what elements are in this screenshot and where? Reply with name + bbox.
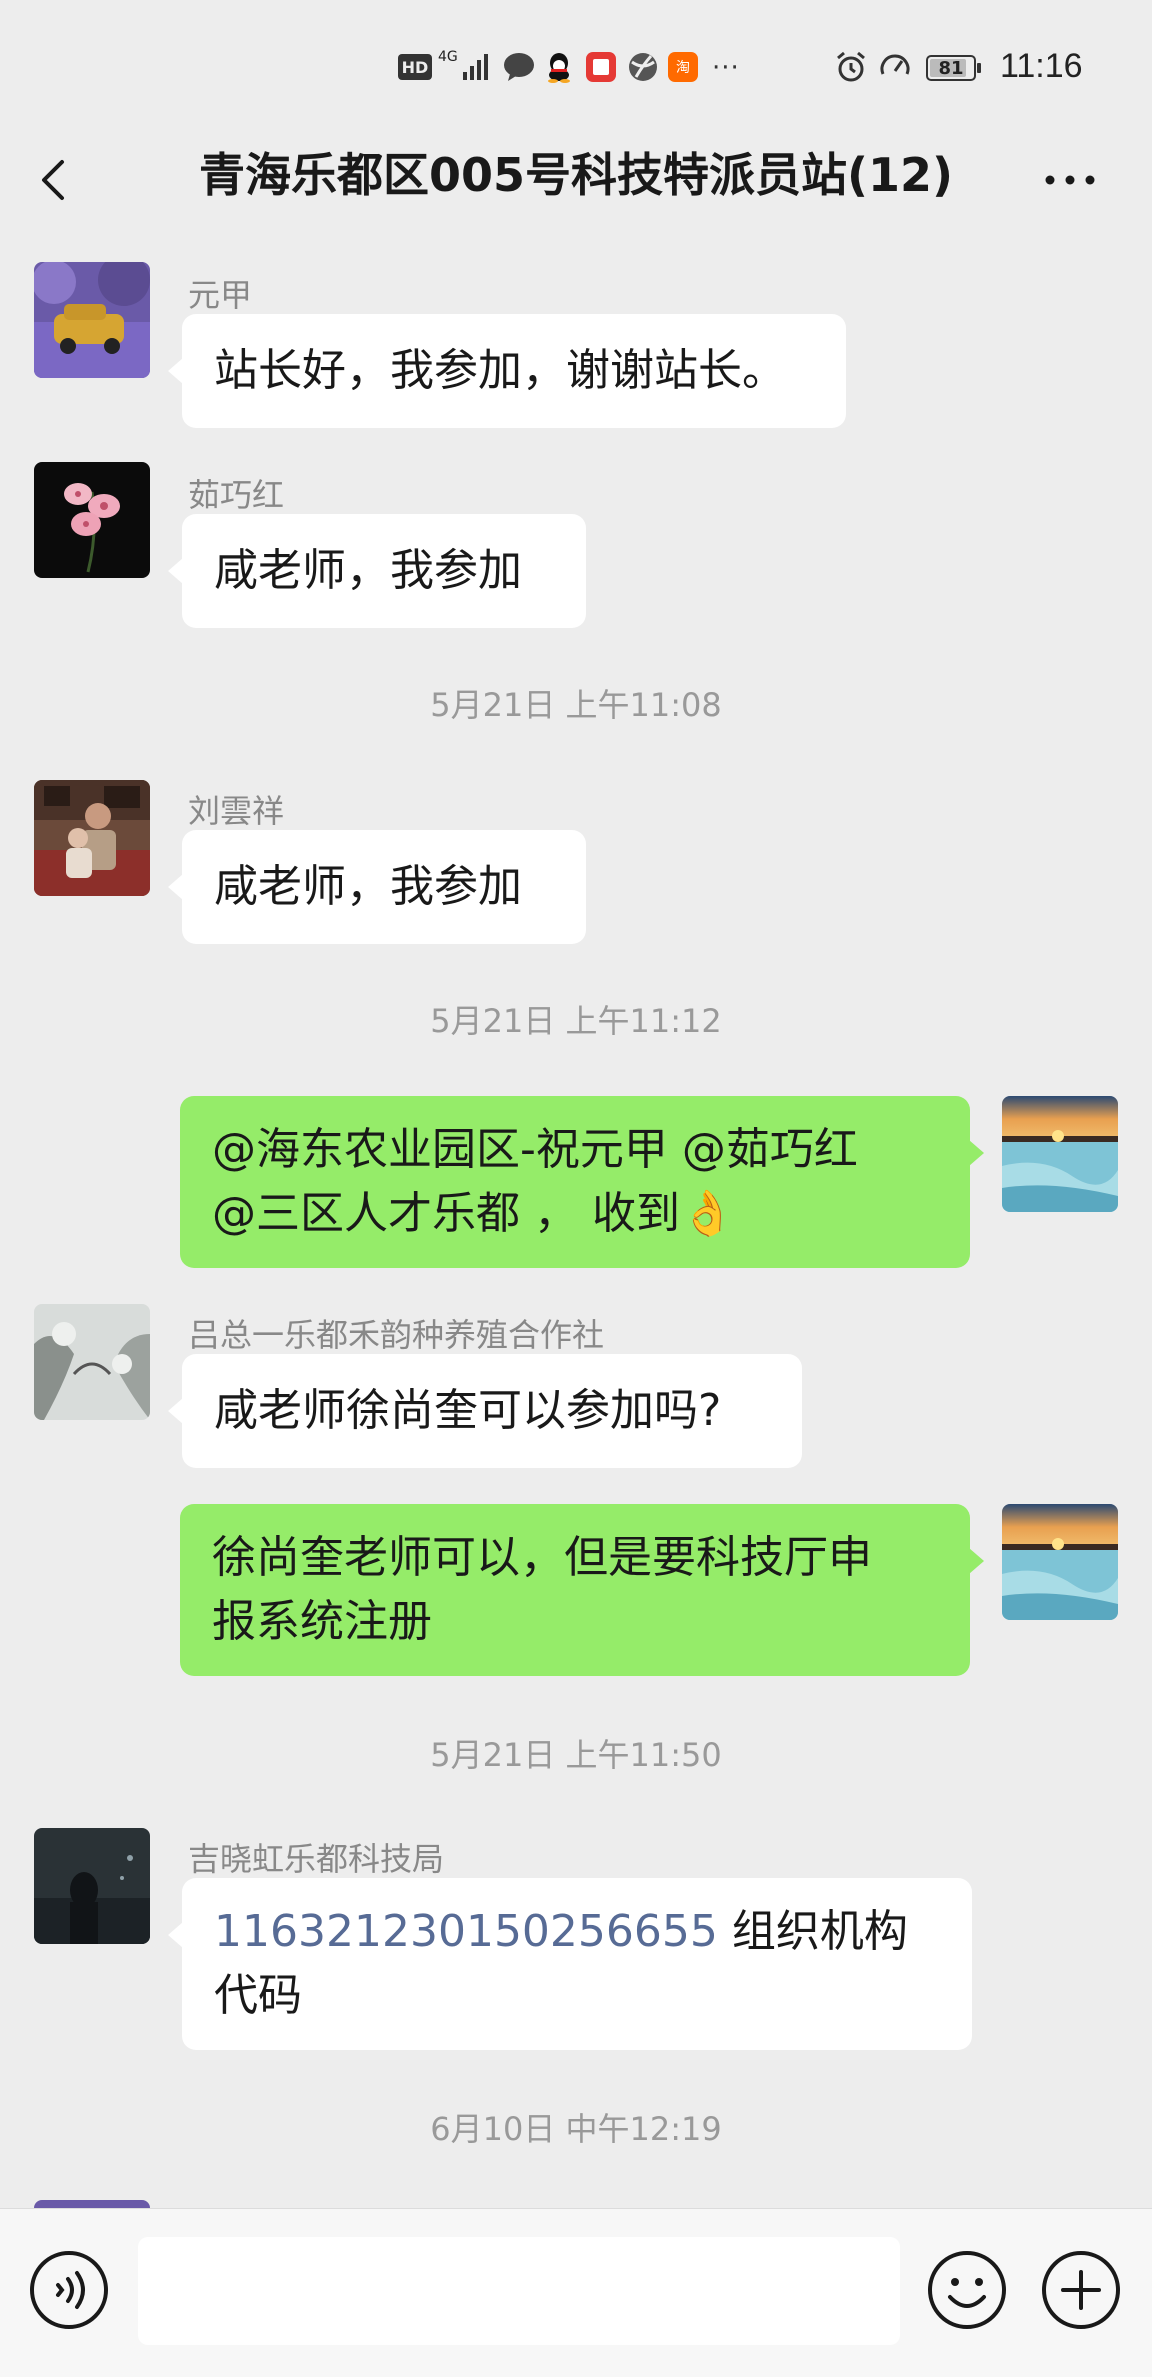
chat-header: 青海乐都区005号科技特派员站(12) — [0, 120, 1152, 248]
ok-hand-emoji: 👌 — [679, 1188, 735, 1239]
plus-icon[interactable] — [1040, 2249, 1122, 2331]
message-text: 咸老师，我参加 — [214, 861, 522, 912]
voice-icon[interactable] — [28, 2249, 110, 2331]
phone-number-link[interactable]: 116321230150256655 — [214, 1906, 718, 1957]
network-type: 4G — [438, 49, 458, 65]
avatar[interactable] — [34, 462, 150, 578]
avatar[interactable] — [34, 2200, 150, 2208]
svg-text:淘: 淘 — [676, 60, 690, 76]
more-dots-icon[interactable] — [1040, 150, 1100, 210]
message-input[interactable] — [138, 2237, 900, 2345]
message-text: 站长好，我参加，谢谢站长。 — [214, 345, 786, 396]
message-line: @海东农业园区-祝元甲 @茹巧红 — [212, 1124, 858, 1175]
message-bubble[interactable]: 116321230150256655 组织机构 代码 — [168, 1878, 972, 2050]
sender-name: 茹巧红 — [188, 476, 285, 514]
message-line: 组织机构 — [717, 1906, 908, 1957]
status-bar: HD 4G 淘 ··· 81 11:16 — [0, 0, 1152, 120]
timestamp: 6月10日 中午12:19 — [430, 2110, 722, 2148]
battery-indicator: 81 — [926, 54, 986, 82]
message-list[interactable]: 元甲 站长好，我参加，谢谢站长。 茹巧红 咸老师，我参加 5月21日 上午11:… — [0, 248, 1152, 2208]
message-line: 徐尚奎老师可以，但是要科技厅申 — [212, 1532, 872, 1583]
message-line: 代码 — [214, 1970, 302, 2021]
alarm-icon — [837, 51, 865, 82]
timestamp: 5月21日 上午11:50 — [430, 1736, 722, 1774]
message-line: @三区人才乐都 ， 收到 — [212, 1188, 680, 1239]
avatar[interactable] — [34, 1828, 150, 1944]
avatar[interactable] — [34, 262, 150, 378]
avatar[interactable] — [1002, 1504, 1118, 1620]
avatar[interactable] — [34, 780, 150, 896]
avatar[interactable] — [34, 1304, 150, 1420]
sender-name: 吕总一乐都禾韵种养殖合作社 — [188, 1316, 605, 1354]
signal-icon — [463, 54, 488, 80]
message-line: 报系统注册 — [212, 1596, 432, 1647]
sender-name: 吉晓虹乐都科技局 — [188, 1840, 445, 1878]
timestamp: 5月21日 上午11:12 — [430, 1002, 722, 1040]
back-icon[interactable] — [30, 150, 80, 210]
input-bar — [0, 2208, 1152, 2377]
performance-mode-icon — [880, 54, 910, 75]
timestamp: 5月21日 上午11:08 — [430, 686, 722, 724]
emoji-icon[interactable] — [926, 2249, 1008, 2331]
message-text: 咸老师，我参加 — [214, 545, 522, 596]
message-bubble[interactable]: 徐尚奎老师可以，但是要科技厅申 报系统注册 — [180, 1504, 984, 1676]
chat-title: 青海乐都区005号科技特派员站(12) — [198, 148, 954, 202]
message-bubble[interactable]: 咸老师徐尚奎可以参加吗? — [168, 1354, 802, 1468]
hd-badge: HD — [398, 54, 432, 80]
message-bubble[interactable]: @海东农业园区-祝元甲 @茹巧红 @三区人才乐都 ， 收到👌 — [180, 1096, 984, 1268]
chat-notification-icon — [504, 53, 534, 81]
more-notifications-indicator: ··· — [712, 53, 740, 83]
sender-name: 元甲 — [188, 276, 253, 314]
battery-level: 81 — [938, 57, 964, 79]
sender-name: 刘雲祥 — [188, 792, 285, 830]
message-bubble[interactable]: 咸老师，我参加 — [168, 514, 586, 628]
message-bubble[interactable]: 站长好，我参加，谢谢站长。 — [168, 314, 846, 428]
message-bubble[interactable]: 咸老师，我参加 — [168, 830, 586, 944]
status-time: 11:16 — [1000, 46, 1083, 85]
book-app-icon — [586, 52, 616, 82]
browser-icon — [629, 53, 657, 81]
qq-icon — [548, 53, 570, 83]
taobao-icon: 淘 — [668, 52, 698, 82]
message-text: 咸老师徐尚奎可以参加吗? — [214, 1385, 722, 1436]
avatar[interactable] — [1002, 1096, 1118, 1212]
